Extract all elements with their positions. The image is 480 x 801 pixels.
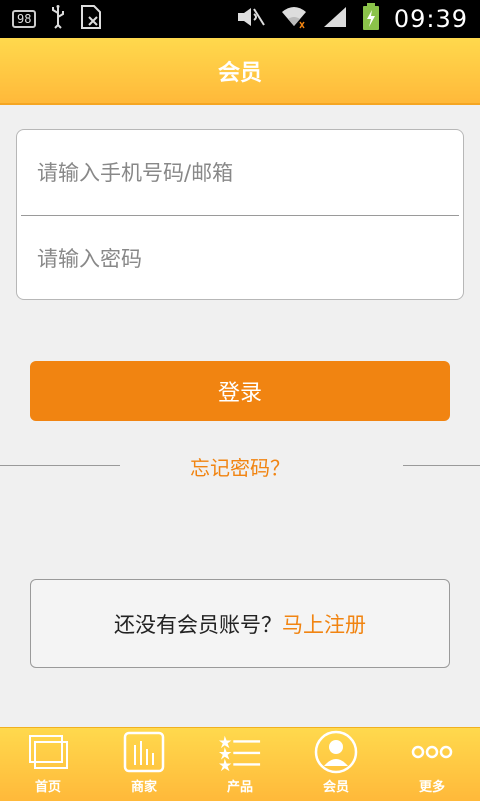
- signal-icon: [322, 5, 348, 33]
- page-title: 会员: [217, 60, 262, 86]
- nav-label: 商家: [130, 780, 157, 795]
- nav-label: 更多: [418, 780, 445, 795]
- forgot-password-row: 忘记密码？: [0, 452, 480, 481]
- nav-label: 会员: [322, 780, 349, 795]
- wifi-icon: [280, 4, 308, 34]
- battery-charging-icon: [362, 3, 380, 35]
- notification-badge: 98: [12, 10, 37, 28]
- home-icon: [26, 730, 70, 774]
- status-bar: 98 09:39: [0, 0, 480, 38]
- phone-email-field-row: [17, 130, 463, 215]
- phone-email-input[interactable]: [35, 159, 439, 186]
- mute-icon: [236, 6, 266, 32]
- clock: 09:39: [393, 5, 468, 33]
- bottom-nav: 首页 商家 产品 会员 更多: [0, 727, 480, 801]
- more-icon: [410, 730, 454, 774]
- nav-item-merchant[interactable]: 商家: [96, 728, 192, 801]
- app-header: 会员: [0, 38, 480, 105]
- usb-icon: [50, 4, 66, 34]
- nav-item-products[interactable]: 产品: [192, 728, 288, 801]
- password-input[interactable]: [35, 245, 439, 272]
- login-form: [16, 129, 464, 300]
- nav-item-member[interactable]: 会员: [288, 728, 384, 801]
- register-box: 还没有会员账号？ 马上注册: [30, 579, 450, 668]
- register-link[interactable]: 马上注册: [282, 609, 366, 639]
- password-field-row: [17, 216, 463, 301]
- forgot-password-link[interactable]: 忘记密码？: [190, 456, 290, 480]
- sim-card-icon: [80, 4, 102, 35]
- login-button[interactable]: 登录: [30, 361, 450, 421]
- nav-item-more[interactable]: 更多: [384, 728, 480, 801]
- nav-item-home[interactable]: 首页: [0, 728, 96, 801]
- product-list-icon: [218, 730, 262, 774]
- register-prompt: 还没有会员账号？: [114, 612, 282, 637]
- nav-label: 首页: [34, 780, 61, 795]
- merchant-icon: [122, 730, 166, 774]
- nav-label: 产品: [226, 780, 253, 795]
- member-icon: [314, 730, 358, 774]
